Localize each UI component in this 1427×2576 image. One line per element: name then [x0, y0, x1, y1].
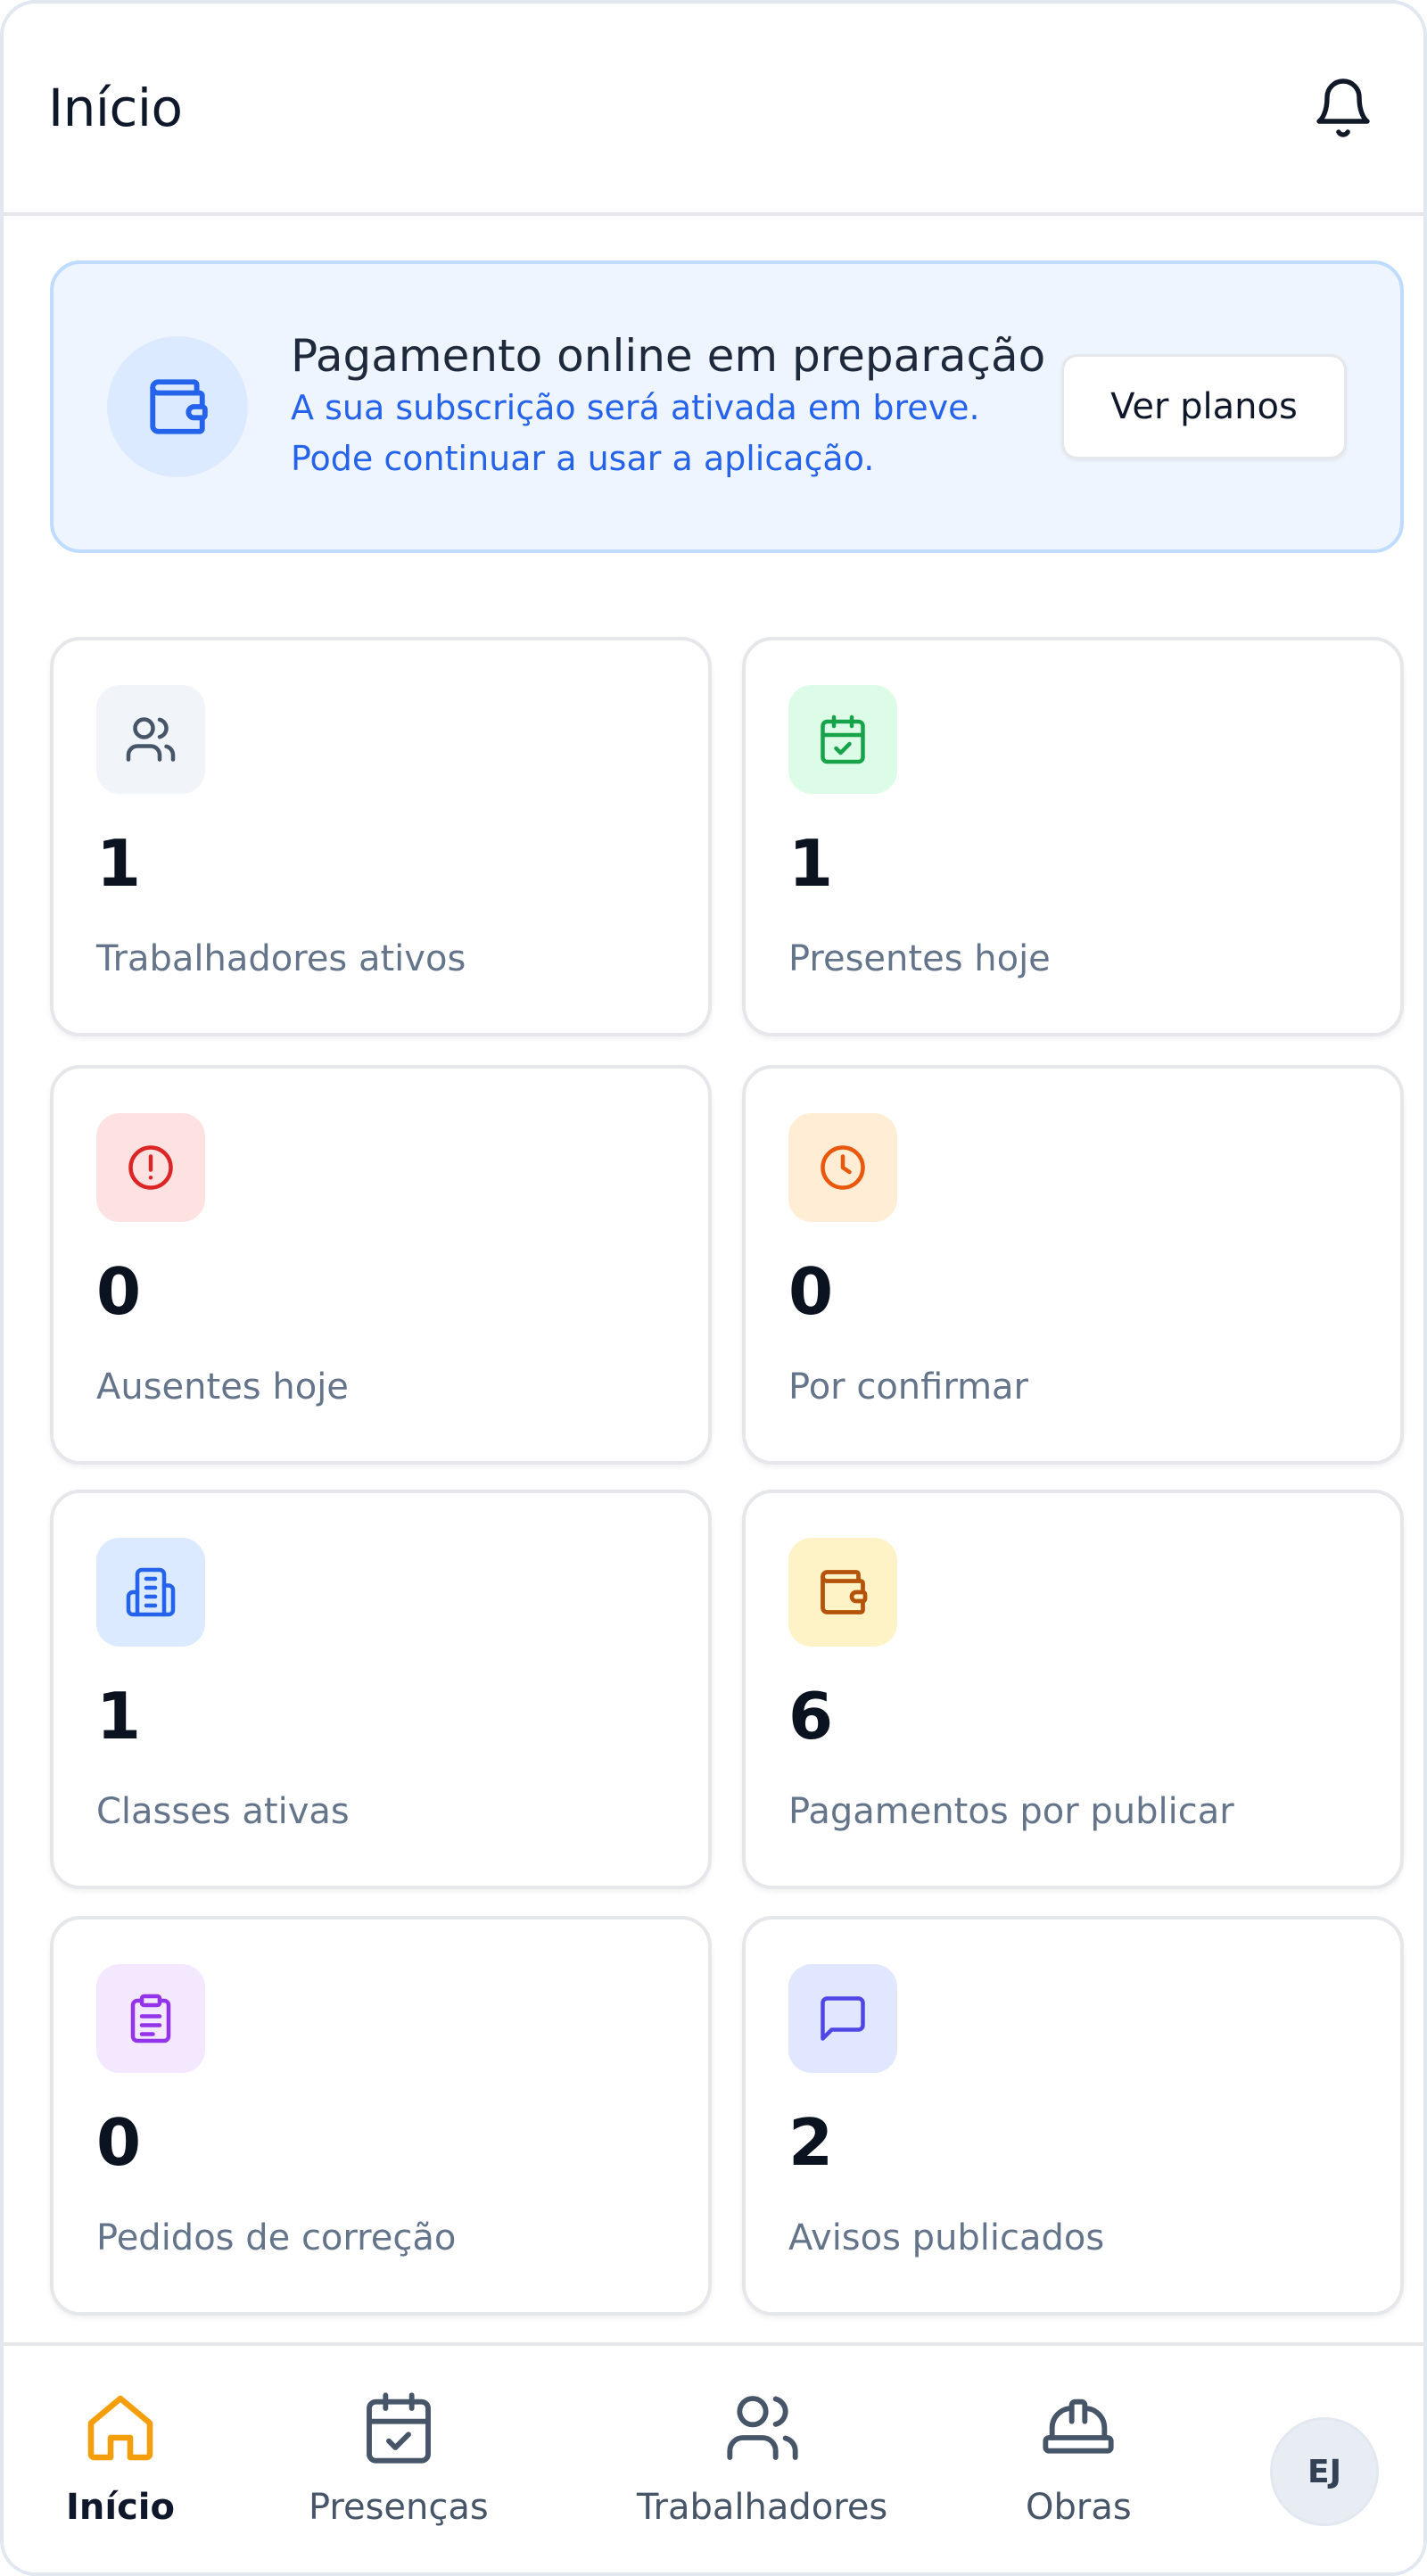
stat-icon-box — [788, 1113, 897, 1222]
stat-label: Presentes hoje — [788, 938, 1051, 979]
notifications-button[interactable] — [1306, 70, 1381, 145]
bottom-nav: Início Presenças Trabalhadores Obras EJ — [4, 2342, 1423, 2572]
message-icon — [821, 1996, 865, 2041]
stat-label: Pagamentos por publicar — [788, 1791, 1234, 1832]
stat-icon-box — [788, 1538, 897, 1647]
stat-label: Avisos publicados — [788, 2217, 1105, 2258]
user-avatar[interactable]: EJ — [1270, 2417, 1379, 2526]
stat-card-active-workers[interactable]: 1 Trabalhadores ativos — [50, 637, 712, 1036]
nav-item-workers[interactable]: Trabalhadores — [637, 2385, 887, 2528]
banner-message-line-1: A sua subscrição será ativada em breve. — [291, 388, 980, 427]
view-plans-button[interactable]: Ver planos — [1061, 354, 1347, 459]
users-icon — [727, 2396, 798, 2460]
nav-item-home[interactable]: Início — [66, 2385, 175, 2528]
banner-icon-circle — [107, 336, 248, 477]
wallet-icon — [821, 1570, 868, 1614]
stat-label: Trabalhadores ativos — [96, 938, 466, 979]
stat-value: 1 — [96, 1679, 142, 1754]
stat-card-active-classes[interactable]: 1 Classes ativas — [50, 1490, 712, 1889]
home-icon — [87, 2395, 153, 2461]
nav-item-sites[interactable]: Obras — [1026, 2385, 1132, 2528]
stat-value: 0 — [96, 1254, 142, 1329]
banner-text: Pagamento online em preparação A sua sub… — [291, 329, 1061, 484]
stat-value: 1 — [788, 826, 834, 901]
stat-icon-box — [788, 685, 897, 794]
stat-icon-box — [96, 1964, 205, 2073]
stat-value: 0 — [788, 1254, 834, 1329]
nav-label: Início — [66, 2487, 175, 2528]
banner-message-line-2: Pode continuar a usar a aplicação. — [291, 439, 875, 478]
clipboard-icon — [130, 1994, 171, 2043]
stat-icon-box — [96, 1113, 205, 1222]
stat-value: 2 — [788, 2105, 834, 2180]
nav-icon-wrap — [78, 2385, 163, 2471]
stat-value: 1 — [96, 826, 142, 901]
nav-label: Presenças — [309, 2487, 489, 2528]
banner-title: Pagamento online em preparação — [291, 330, 1046, 382]
calendar-check-icon — [821, 714, 865, 764]
stat-icon-box — [788, 1964, 897, 2073]
nav-icon-wrap — [1035, 2385, 1121, 2471]
building-icon — [126, 1567, 176, 1617]
stat-label: Classes ativas — [96, 1791, 350, 1832]
stat-card-published-notices[interactable]: 2 Avisos publicados — [742, 1916, 1404, 2316]
hard-hat-icon — [1043, 2398, 1114, 2454]
stat-value: 6 — [788, 1679, 834, 1754]
stat-icon-box — [96, 1538, 205, 1647]
stat-label: Pedidos de correção — [96, 2217, 457, 2258]
calendar-check-icon — [366, 2392, 431, 2464]
stat-card-pending-confirmation[interactable]: 0 Por confirmar — [742, 1065, 1404, 1465]
stat-card-correction-requests[interactable]: 0 Pedidos de correção — [50, 1916, 712, 2316]
wallet-icon — [150, 379, 208, 434]
stat-card-payments-to-publish[interactable]: 6 Pagamentos por publicar — [742, 1490, 1404, 1889]
alert-circle-icon — [128, 1145, 173, 1190]
nav-icon-wrap — [720, 2385, 805, 2471]
nav-label: Obras — [1026, 2487, 1132, 2528]
nav-icon-wrap — [356, 2385, 441, 2471]
page-title: Início — [48, 78, 183, 138]
stat-label: Por confirmar — [788, 1366, 1029, 1408]
clock-icon — [821, 1145, 865, 1190]
stat-card-present-today[interactable]: 1 Presentes hoje — [742, 637, 1404, 1036]
stat-card-absent-today[interactable]: 0 Ausentes hoje — [50, 1065, 712, 1465]
stat-label: Ausentes hoje — [96, 1366, 349, 1408]
stat-icon-box — [96, 685, 205, 794]
bell-icon — [1316, 78, 1370, 137]
nav-label: Trabalhadores — [637, 2487, 888, 2528]
subscription-banner: Pagamento online em preparação A sua sub… — [50, 260, 1404, 553]
app-window: Início Pagamento online em preparação A … — [0, 0, 1427, 2576]
top-header: Início — [4, 4, 1423, 216]
users-icon — [126, 717, 176, 762]
nav-item-attendance[interactable]: Presenças — [309, 2385, 489, 2528]
stat-value: 0 — [96, 2105, 142, 2180]
